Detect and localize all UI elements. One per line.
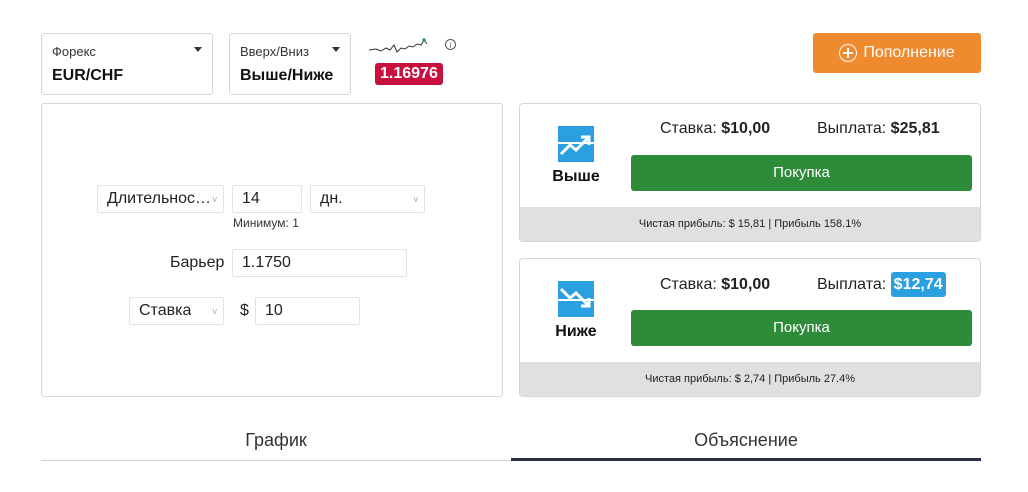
stake-input-value: 10 <box>265 302 283 319</box>
payout-info: Выплата: $25,81 <box>817 120 940 138</box>
duration-type-select[interactable]: Длительнос… v <box>97 185 224 213</box>
barrier-input-value: 1.1750 <box>242 254 291 271</box>
duration-type-value: Длительнос… <box>107 190 212 207</box>
barrier-input[interactable]: 1.1750 <box>232 249 407 277</box>
payout-amount-highlighted: $12,74 <box>890 272 946 297</box>
info-icon[interactable]: i <box>445 39 456 50</box>
tab-explanation[interactable]: Объяснение <box>511 430 981 451</box>
rise-arrow-icon <box>558 126 594 162</box>
duration-input-value: 14 <box>242 190 260 207</box>
spot-price: 1.16976 <box>375 63 443 85</box>
stake-label: Ставка: <box>660 120 717 137</box>
duration-input[interactable]: 14 <box>232 185 302 213</box>
stake-info: Ставка: $10,00 <box>660 276 770 294</box>
contract-direction-label: Ниже <box>555 323 597 340</box>
buy-button[interactable]: Покупка <box>631 155 972 191</box>
tab-chart[interactable]: График <box>41 430 511 451</box>
chevron-down-icon: v <box>212 306 218 316</box>
duration-unit-select[interactable]: дн. v <box>310 185 425 213</box>
payout-label: Выплата: <box>817 120 887 137</box>
stake-amount: $10,00 <box>721 120 771 137</box>
contract-card-higher: Выше Ставка: $10,00 Выплата: $25,81 Поку… <box>519 103 981 242</box>
duration-minimum-hint: Минимум: 1 <box>233 216 299 230</box>
chevron-down-icon: v <box>413 194 419 204</box>
contract-profit-footer: Чистая прибыль: $ 15,81 | Прибыль 158.1% <box>520 207 980 241</box>
chevron-down-icon <box>194 47 202 52</box>
market-selector-label: Форекс <box>52 44 96 59</box>
chevron-down-icon <box>332 47 340 52</box>
market-selector[interactable]: Форекс EUR/CHF <box>41 33 213 95</box>
stake-amount: $10,00 <box>721 276 771 293</box>
active-tab-indicator <box>511 458 981 461</box>
duration-unit-value: дн. <box>320 190 343 207</box>
buy-button[interactable]: Покупка <box>631 310 972 346</box>
currency-symbol: $ <box>240 302 249 319</box>
stake-input[interactable]: 10 <box>255 297 360 325</box>
stake-type-select[interactable]: Ставка v <box>129 297 224 325</box>
payout-amount: $25,81 <box>890 120 940 137</box>
payout-info: Выплата: $12,74 <box>817 272 946 297</box>
tabs-divider <box>41 460 511 461</box>
plus-circle-icon <box>839 44 858 62</box>
trade-type-selector[interactable]: Вверх/Вниз Выше/Ниже <box>229 33 351 95</box>
contract-direction-label: Выше <box>552 168 600 185</box>
payout-label: Выплата: <box>817 276 887 293</box>
topup-button[interactable]: Пополнение <box>813 33 981 73</box>
trade-type-value: Выше/Ниже <box>240 67 334 84</box>
stake-label: Ставка: <box>660 276 717 293</box>
chevron-down-icon: v <box>212 194 218 204</box>
barrier-label: Барьер <box>170 254 225 271</box>
price-sparkline <box>368 38 428 53</box>
stake-type-value: Ставка <box>139 302 192 319</box>
stake-info: Ставка: $10,00 <box>660 120 770 138</box>
trade-type-label: Вверх/Вниз <box>240 44 309 59</box>
market-selector-value: EUR/CHF <box>52 67 124 84</box>
contract-card-lower: Ниже Ставка: $10,00 Выплата: $12,74 Поку… <box>519 258 981 397</box>
fall-arrow-icon <box>558 281 594 317</box>
topup-button-label: Пополнение <box>863 44 955 61</box>
contract-profit-footer: Чистая прибыль: $ 2,74 | Прибыль 27.4% <box>520 362 980 396</box>
